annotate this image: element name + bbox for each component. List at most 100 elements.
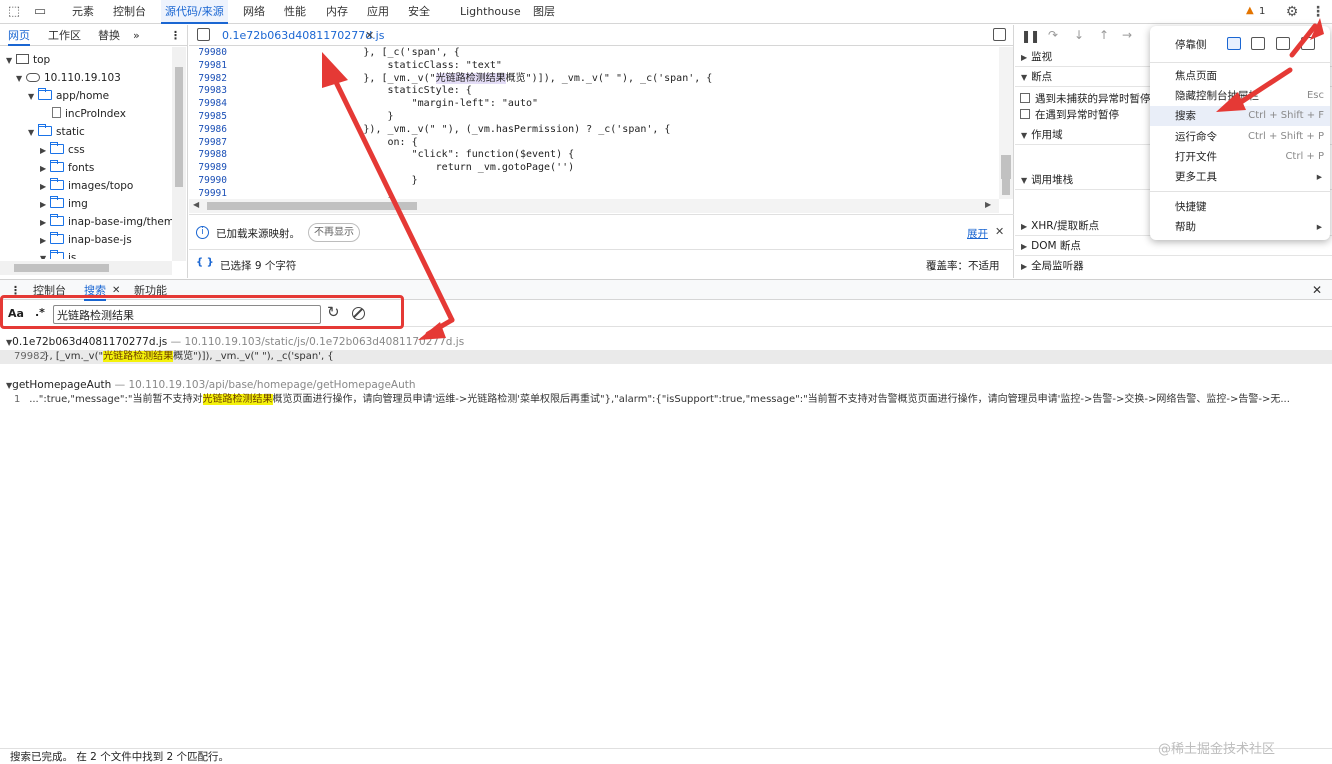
scroll-thumb[interactable] xyxy=(207,202,417,210)
tree-item-images-topo[interactable]: ▶ images/topo xyxy=(40,177,133,195)
scroll-thumb[interactable] xyxy=(175,67,183,187)
toggle-debugger-icon[interactable] xyxy=(993,28,1006,41)
code-line: } xyxy=(243,187,394,199)
line-number[interactable]: 79985 xyxy=(189,111,233,124)
result-file-header[interactable]: ▼getHomepageAuth — 10.110.19.103/api/bas… xyxy=(6,378,416,392)
tab-overrides[interactable]: 替换 xyxy=(98,25,120,46)
result-line[interactable]: 79982 }, [_vm._v("光链路检测结果概览")]), _vm._v(… xyxy=(0,350,1332,364)
menu-item-run-command[interactable]: 运行命令 Ctrl + Shift + P xyxy=(1150,127,1330,147)
line-number[interactable]: 79989 xyxy=(189,162,233,175)
menu-item-more-tools[interactable]: 更多工具 ▸ xyxy=(1150,167,1330,187)
code-hscrollbar[interactable]: ◀ ▶ xyxy=(189,199,999,213)
menu-item-shortcuts[interactable]: 快捷键 xyxy=(1150,197,1330,217)
more-tabs-button[interactable]: » xyxy=(133,25,140,46)
step-over-icon[interactable]: ↷ xyxy=(1048,28,1058,42)
checkbox-label: 遇到未捕获的异常时暂停 xyxy=(1035,93,1151,105)
undock-icon[interactable] xyxy=(1227,37,1241,50)
line-number[interactable]: 79991 xyxy=(189,188,233,199)
settings-gear-icon[interactable]: ⚙ xyxy=(1284,4,1300,20)
line-number[interactable]: 79990 xyxy=(189,175,233,188)
line-number[interactable]: 79982 xyxy=(189,73,233,86)
scroll-thumb[interactable] xyxy=(14,264,109,272)
step-out-icon[interactable]: ↑ xyxy=(1099,28,1109,42)
dock-left-icon[interactable] xyxy=(1251,37,1265,50)
more-options-icon[interactable]: ⋮ xyxy=(1310,4,1326,20)
menu-item-search[interactable]: 搜索 Ctrl + Shift + F xyxy=(1150,106,1330,126)
info-text: 已加载来源映射。 xyxy=(216,228,300,240)
submenu-arrow-icon: ▸ xyxy=(1316,221,1322,233)
close-infobar-icon[interactable]: ✕ xyxy=(995,225,1004,238)
tab-elements[interactable]: 元素 xyxy=(72,0,94,24)
tab-console[interactable]: 控制台 xyxy=(113,0,146,24)
close-tab-icon[interactable]: ✕ xyxy=(365,25,374,46)
result-line-number: 1 xyxy=(14,394,21,405)
tab-lighthouse[interactable]: Lighthouse xyxy=(460,0,521,24)
tree-item-inap-base-js[interactable]: ▶ inap-base-js xyxy=(40,231,132,249)
line-number[interactable]: 79981 xyxy=(189,60,233,73)
close-drawer-icon[interactable]: ✕ xyxy=(1312,280,1322,301)
dock-right-icon[interactable] xyxy=(1301,37,1315,50)
section-label: DOM 断点 xyxy=(1031,240,1081,252)
tree-item-fonts[interactable]: ▶ fonts xyxy=(40,159,94,177)
menu-item-focus-page[interactable]: 焦点页面 xyxy=(1150,66,1330,86)
pause-icon[interactable]: ❚❚ xyxy=(1021,29,1040,43)
tree-item-top[interactable]: ▼ top xyxy=(6,51,50,69)
tree-item-inap-base-img[interactable]: ▶ inap-base-img/theme xyxy=(40,213,181,231)
line-number[interactable]: 79984 xyxy=(189,98,233,111)
menu-item-help[interactable]: 帮助 ▸ xyxy=(1150,217,1330,237)
scroll-thumb[interactable] xyxy=(1001,155,1011,179)
tree-item-incproindex[interactable]: incProIndex xyxy=(52,105,126,123)
step-icon[interactable]: → xyxy=(1122,28,1132,42)
issue-count[interactable]: 1 xyxy=(1259,6,1265,17)
result-file-header[interactable]: ▼0.1e72b063d4081170277d.js — 10.110.19.1… xyxy=(6,335,464,349)
toggle-navigator-icon[interactable] xyxy=(197,28,210,41)
pretty-print-icon[interactable]: { } xyxy=(196,257,214,268)
tree-item-static[interactable]: ▼ static xyxy=(28,123,85,141)
tab-layers[interactable]: 图层 xyxy=(533,0,555,24)
tab-performance[interactable]: 性能 xyxy=(284,0,306,24)
navigator-vscrollbar[interactable] xyxy=(172,47,186,261)
menu-item-hide-drawer[interactable]: 隐藏控制台抽屉栏 Esc xyxy=(1150,86,1330,106)
warning-icon[interactable]: ▲ xyxy=(1246,5,1254,16)
tree-item-img[interactable]: ▶ img xyxy=(40,195,88,213)
code-line: "margin-left": "auto" xyxy=(243,98,539,110)
tab-memory[interactable]: 内存 xyxy=(326,0,348,24)
device-toolbar-icon[interactable]: ▭ xyxy=(32,4,48,20)
folder-icon xyxy=(50,160,64,172)
tab-network[interactable]: 网络 xyxy=(243,0,265,24)
checkbox[interactable] xyxy=(1020,93,1030,103)
pause-caught-option[interactable]: 在遇到异常时暂停 xyxy=(1020,107,1119,122)
menu-item-open-file[interactable]: 打开文件 Ctrl + P xyxy=(1150,147,1330,167)
code-match-highlight: 光链路检测结果 xyxy=(435,72,506,84)
tab-application[interactable]: 应用 xyxy=(367,0,389,24)
inspect-element-icon[interactable]: ⬚ xyxy=(6,4,22,20)
scroll-left-icon[interactable]: ◀ xyxy=(193,200,199,209)
pause-uncaught-option[interactable]: 遇到未捕获的异常时暂停 xyxy=(1020,91,1151,106)
scroll-right-icon[interactable]: ▶ xyxy=(985,200,991,209)
tree-item-app-home[interactable]: ▼ app/home xyxy=(28,87,109,105)
tab-security[interactable]: 安全 xyxy=(408,0,430,24)
tab-sources[interactable]: 源代码/来源 xyxy=(161,0,228,24)
tree-item-css[interactable]: ▶ css xyxy=(40,141,85,159)
line-number[interactable]: 79988 xyxy=(189,149,233,162)
dont-show-again-button[interactable]: 不再显示 xyxy=(308,223,360,242)
dock-bottom-icon[interactable] xyxy=(1276,37,1290,50)
line-number[interactable]: 79987 xyxy=(189,137,233,150)
result-line[interactable]: 1 ...":true,"message":"当前暂不支持对光链路检测结果概览页… xyxy=(0,393,1332,407)
navigator-hscrollbar[interactable] xyxy=(0,261,172,275)
line-number[interactable]: 79980 xyxy=(189,47,233,60)
file-tab[interactable]: 0.1e72b063d4081170277d.js xyxy=(222,25,384,46)
tree-item-js[interactable]: ▼ js xyxy=(40,249,76,259)
line-number[interactable]: 79986 xyxy=(189,124,233,137)
tab-workspace[interactable]: 工作区 xyxy=(48,25,81,46)
tree-item-host[interactable]: ▼ 10.110.19.103 xyxy=(16,69,121,87)
section-global-listeners[interactable]: ▶ 全局监听器 xyxy=(1015,256,1332,276)
step-into-icon[interactable]: ↓ xyxy=(1074,28,1084,42)
line-number[interactable]: 79983 xyxy=(189,85,233,98)
navigator-menu-icon[interactable]: ⋮ xyxy=(170,25,181,46)
code-area[interactable]: 79980 79981 79982 79983 79984 79985 7998… xyxy=(189,47,999,199)
section-label: 监视 xyxy=(1031,51,1053,63)
expand-link[interactable]: 展开 xyxy=(967,226,988,241)
tab-page[interactable]: 网页 xyxy=(8,25,30,46)
checkbox[interactable] xyxy=(1020,109,1030,119)
